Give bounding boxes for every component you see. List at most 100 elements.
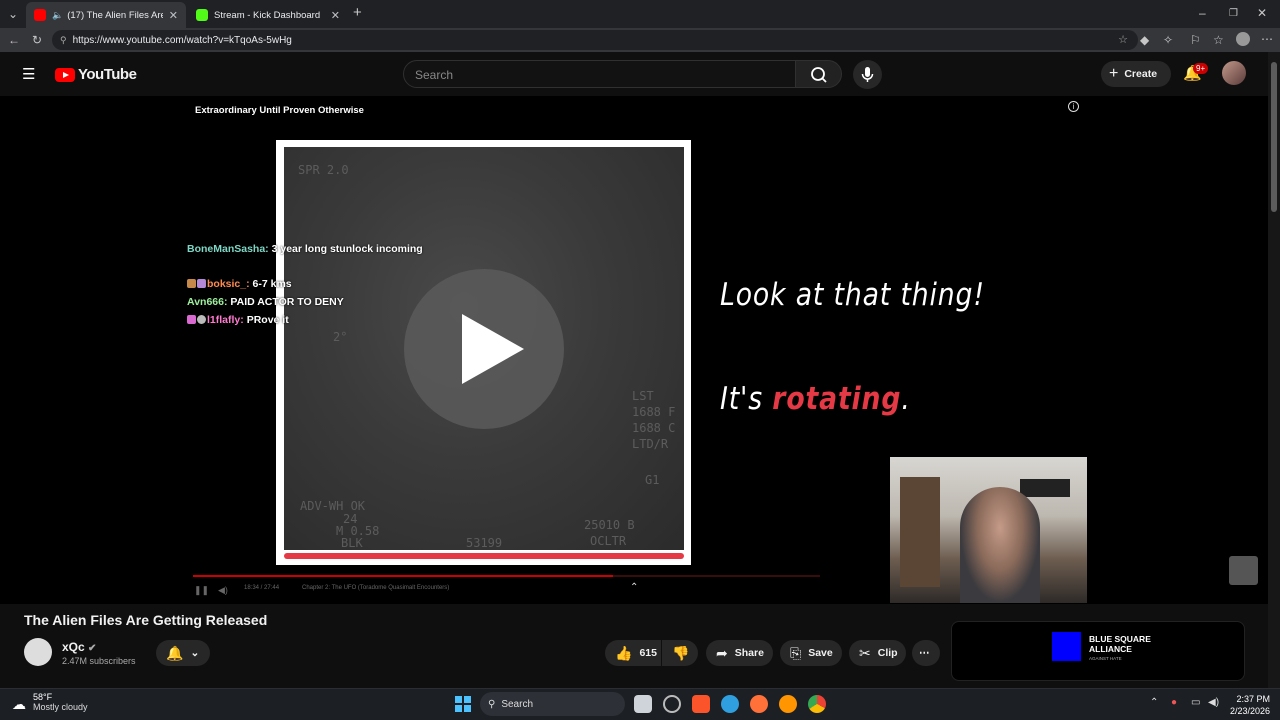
video-title: The Alien Files Are Getting Released	[24, 612, 268, 628]
volume-tray-icon[interactable]: ◀)	[1208, 697, 1219, 708]
subscriber-count: 2.47M subscribers	[62, 656, 136, 666]
search-icon: ⚲	[488, 698, 496, 710]
address-bar-row: ← ↻ ⚲ https://www.youtube.com/watch?v=kT…	[0, 28, 1280, 52]
flir-label: ADV-WH OK	[300, 499, 366, 513]
ad-banner[interactable]: BLUE SQUARE ALLIANCE AGAINST HATE	[951, 621, 1245, 681]
caption-highlight: rotating	[772, 381, 902, 417]
chat-text: PAID ACTOR TO DENY	[230, 296, 344, 308]
search-icon	[811, 67, 827, 83]
chapter-label[interactable]: Chapter 2: The UFO (Toradome Quasimalt E…	[302, 585, 449, 591]
flir-red-bar	[284, 553, 684, 559]
page-scrollbar[interactable]	[1268, 52, 1280, 688]
dislike-button[interactable]: 👎	[662, 640, 698, 666]
collections-icon[interactable]: ☆	[1213, 34, 1224, 46]
ad-brand-name: BLUE SQUARE ALLIANCE	[1089, 634, 1151, 654]
profile-icon[interactable]	[1236, 32, 1250, 46]
more-actions-button[interactable]: ⋯	[912, 640, 940, 666]
save-button[interactable]: ⎘ Save	[780, 640, 842, 666]
tab-title: Stream - Kick Dashboard	[214, 9, 321, 21]
clock-date: 2/23/2026	[1229, 706, 1270, 716]
channel-watermark-icon[interactable]	[1229, 556, 1258, 585]
site-info-icon[interactable]: ⚲	[60, 35, 67, 46]
search-input[interactable]: Search	[403, 60, 796, 88]
minimize-icon[interactable]: –	[1199, 7, 1206, 19]
network-icon[interactable]: ▭	[1191, 697, 1200, 708]
ad-logo-square	[1052, 632, 1081, 661]
share-button[interactable]: ➦ Share	[706, 640, 773, 666]
browser-tab-bar: ⌄ 🔈 (17) The Alien Files Are Getting Rel…	[0, 0, 1280, 28]
like-count: 615	[639, 647, 657, 659]
account-avatar[interactable]	[1222, 61, 1246, 85]
new-tab-plus-icon[interactable]: +	[353, 5, 362, 20]
close-tab-icon[interactable]: ✕	[331, 9, 340, 22]
back-icon[interactable]: ←	[8, 34, 20, 46]
more-menu-icon[interactable]: ⋯	[1261, 33, 1273, 45]
close-tab-icon[interactable]: ✕	[169, 9, 178, 22]
scrollbar-thumb[interactable]	[1271, 62, 1277, 212]
chat-username: Avn666:	[187, 296, 228, 308]
tab-kick[interactable]: Stream - Kick Dashboard ✕	[188, 2, 348, 28]
channel-name-text: xQc	[62, 640, 85, 654]
clip-button[interactable]: ✂ Clip	[849, 640, 906, 666]
info-icon[interactable]: i	[1068, 101, 1079, 112]
weather-condition: Mostly cloudy	[33, 702, 88, 712]
taskbar-clock[interactable]: 2:37 PM 2/23/2026	[1226, 693, 1270, 717]
hamburger-menu-icon[interactable]: ☰	[22, 65, 35, 83]
thumbs-up-icon: 👍	[615, 644, 633, 661]
url-field[interactable]: ⚲ https://www.youtube.com/watch?v=kTqoAs…	[52, 30, 1138, 50]
emote-icon	[187, 279, 196, 288]
chat-username: l1flafly:	[207, 314, 244, 326]
tray-chevron-icon[interactable]: ⌃	[1150, 697, 1158, 708]
flir-label: 53199	[466, 536, 503, 550]
create-button[interactable]: + Create	[1101, 61, 1171, 87]
pause-icon[interactable]: ❚❚	[194, 585, 209, 596]
progress-bar[interactable]	[193, 575, 820, 577]
tab-list-chevron-icon[interactable]: ⌄	[8, 8, 18, 20]
volume-icon[interactable]: ◀)	[218, 585, 228, 596]
windows-start-icon[interactable]	[455, 696, 471, 712]
chat-message: Avn666: PAID ACTOR TO DENY	[187, 296, 344, 308]
flir-label: SPR 2.0	[298, 163, 349, 177]
channel-avatar[interactable]	[24, 638, 52, 666]
tab-youtube[interactable]: 🔈 (17) The Alien Files Are Getting Relea…	[26, 2, 186, 28]
chevron-up-icon[interactable]: ⌃	[630, 582, 638, 593]
split-screen-icon[interactable]: ⚐	[1190, 34, 1201, 46]
flir-label: 1688 C	[632, 421, 676, 435]
close-window-icon[interactable]: ✕	[1257, 7, 1267, 19]
chat-text: PRove it	[246, 314, 289, 326]
search-button[interactable]	[795, 60, 842, 88]
puzzle-icon[interactable]: ✧	[1163, 34, 1173, 46]
brave-browser-icon[interactable]	[692, 695, 710, 713]
tab-title: (17) The Alien Files Are Getting Release…	[67, 9, 163, 21]
firefox-icon[interactable]	[750, 695, 768, 713]
voice-search-button[interactable]	[853, 60, 882, 89]
edge-browser-icon[interactable]	[721, 695, 739, 713]
restore-icon[interactable]: ❐	[1229, 8, 1238, 20]
url-text: https://www.youtube.com/watch?v=kTqoAs-5…	[72, 34, 292, 46]
like-button[interactable]: 👍 615	[605, 640, 661, 666]
taskbar-search[interactable]: ⚲ Search	[480, 692, 625, 716]
large-play-button[interactable]	[404, 269, 564, 429]
task-view-icon[interactable]	[634, 695, 652, 713]
emote-icon	[197, 315, 206, 324]
speaker-icon[interactable]: 🔈	[52, 10, 63, 21]
reload-icon[interactable]: ↻	[32, 34, 42, 46]
youtube-header: ☰ YouTube Search + Create 🔔	[0, 52, 1268, 96]
channel-name[interactable]: xQc ✔	[62, 640, 96, 654]
copilot-icon[interactable]	[663, 695, 681, 713]
firefox-dev-icon[interactable]	[779, 695, 797, 713]
thumbs-down-icon: 👎	[672, 644, 690, 661]
clip-label: Clip	[877, 647, 898, 659]
player-overlay-title[interactable]: Extraordinary Until Proven Otherwise	[195, 105, 364, 116]
caption-prefix: It's	[720, 381, 773, 417]
microphone-tray-icon[interactable]: ●	[1171, 697, 1177, 708]
chevron-down-icon: ⌄	[190, 647, 200, 659]
subscription-bell-button[interactable]: 🔔 ⌄	[156, 640, 210, 666]
webcam-streamer	[960, 487, 1040, 603]
extension-icon[interactable]: ◆	[1140, 34, 1149, 46]
youtube-logo[interactable]: YouTube	[55, 66, 137, 83]
flir-label: LTD/R	[632, 437, 669, 451]
chrome-icon[interactable]	[808, 695, 826, 713]
webcam-tv	[1020, 479, 1070, 497]
favorite-star-icon[interactable]: ☆	[1118, 33, 1128, 46]
